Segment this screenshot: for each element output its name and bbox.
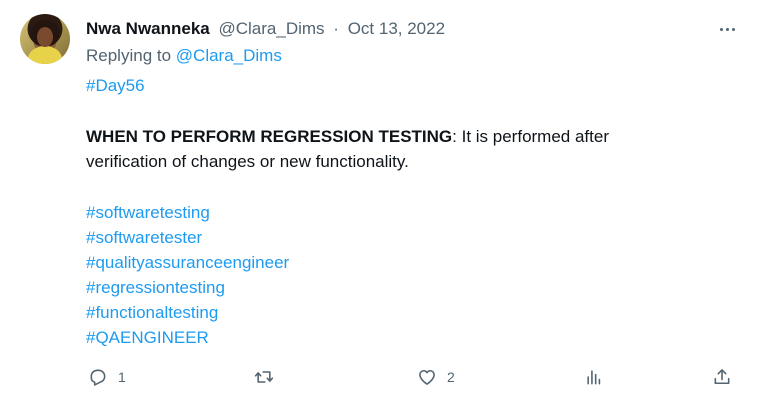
tweet-header: Nwa Nwanneka @Clara_Dims · Oct 13, 2022: [86, 18, 445, 40]
day-tag-line: #Day56: [86, 73, 145, 98]
tweet-actions: 1 2: [0, 367, 760, 393]
hashtag[interactable]: #softwaretesting: [86, 200, 210, 225]
replying-to: Replying to @Clara_Dims: [86, 44, 282, 68]
body-line-1: WHEN TO PERFORM REGRESSION TESTING: It i…: [86, 124, 609, 149]
author-name[interactable]: Nwa Nwanneka: [86, 19, 210, 38]
analytics-icon: [587, 370, 601, 385]
hashtag[interactable]: #qualityassuranceengineer: [86, 250, 289, 275]
reply-icon: [90, 369, 106, 386]
hashtag[interactable]: #softwaretester: [86, 225, 202, 250]
retweet-button[interactable]: [254, 367, 284, 387]
avatar-body: [28, 46, 62, 64]
like-button[interactable]: 2: [417, 367, 455, 387]
retweet-icon: [254, 371, 274, 383]
hashtag[interactable]: #QAENGINEER: [86, 325, 209, 350]
body-bold-heading: WHEN TO PERFORM REGRESSION TESTING: [86, 127, 453, 146]
tweet-date[interactable]: Oct 13, 2022: [348, 19, 445, 38]
reply-button[interactable]: 1: [88, 367, 126, 387]
body-line-2: verification of changes or new functiona…: [86, 152, 409, 171]
replying-to-handle[interactable]: @Clara_Dims: [176, 46, 282, 65]
body-line1-text: : It is performed after: [452, 127, 609, 146]
share-button[interactable]: [712, 367, 732, 387]
heart-icon: [419, 369, 435, 385]
more-options-button[interactable]: [712, 18, 742, 40]
hashtag-day56[interactable]: #Day56: [86, 76, 145, 95]
like-count: 2: [447, 369, 455, 385]
hashtag[interactable]: #regressiontesting: [86, 275, 225, 300]
reply-count: 1: [118, 369, 126, 385]
hashtag[interactable]: #functionaltesting: [86, 300, 218, 325]
share-icon: [714, 369, 730, 385]
author-handle[interactable]: @Clara_Dims: [219, 19, 325, 38]
replying-to-label: Replying to: [86, 46, 176, 65]
more-icon: [719, 27, 723, 31]
analytics-button[interactable]: [584, 367, 604, 387]
avatar-face: [37, 27, 53, 47]
header-separator: ·: [333, 19, 339, 38]
avatar[interactable]: [20, 14, 70, 64]
